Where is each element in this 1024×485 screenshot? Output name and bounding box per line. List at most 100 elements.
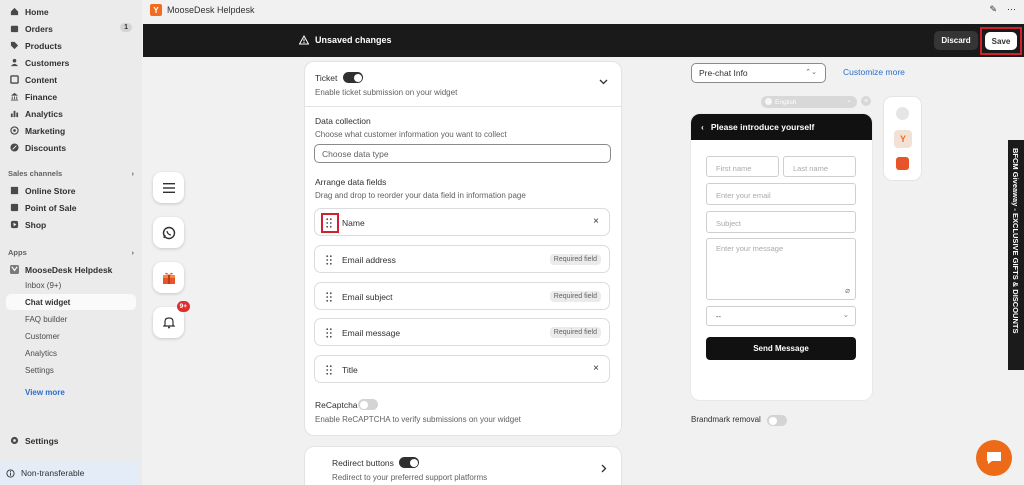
ticket-toggle[interactable] — [343, 72, 363, 83]
sidebar-item-label: MooseDesk Helpdesk — [25, 264, 113, 275]
redirect-toggle[interactable] — [399, 457, 419, 468]
widget-dropdown[interactable]: -- ⌄ — [706, 306, 856, 326]
subitem-label: Chat widget — [25, 297, 71, 307]
required-badge: Required field — [549, 254, 601, 265]
view-more-label: View more — [25, 387, 65, 397]
contextual-save-bar: Unsaved changes Discard Save — [143, 24, 1024, 57]
recaptcha-description: Enable ReCAPTCHA to verify submissions o… — [315, 415, 521, 424]
field-name: Email subject — [342, 292, 393, 302]
recaptcha-toggle[interactable] — [358, 399, 378, 410]
subject-input[interactable]: Subject — [706, 211, 856, 233]
pin-icon[interactable]: ✎ — [989, 4, 997, 15]
data-field-row-email-address[interactable]: Email address Required field — [314, 245, 610, 273]
sidebar-subitem-analytics[interactable]: Analytics — [6, 345, 136, 361]
sidebar-item-analytics[interactable]: Analytics — [6, 105, 136, 122]
remove-field-icon[interactable]: × — [593, 216, 599, 227]
warning-icon — [299, 35, 309, 45]
promo-banner-text: BFCM Giveaway - EXCLUSIVE GIFTS & DISCOU… — [1011, 148, 1020, 334]
promo-side-banner[interactable]: BFCM Giveaway - EXCLUSIVE GIFTS & DISCOU… — [1008, 140, 1024, 370]
admin-sidebar: Home Orders 1 Products Customers Content… — [0, 0, 142, 485]
chevron-right-icon[interactable] — [601, 464, 607, 475]
sidebar-item-content[interactable]: Content — [6, 71, 136, 88]
toggle-knob — [768, 416, 777, 425]
data-field-row-email-message[interactable]: Email message Required field — [314, 318, 610, 346]
gift-icon[interactable] — [896, 157, 909, 170]
arrange-fields-description: Drag and drop to reorder your data field… — [315, 191, 526, 200]
sidebar-subitem-faq-builder[interactable]: FAQ builder — [6, 311, 136, 327]
gift-icon — [162, 272, 175, 284]
field-name: Email address — [342, 255, 396, 265]
support-chat-launcher[interactable] — [976, 440, 1012, 476]
sidebar-item-label: Discounts — [25, 142, 67, 153]
moosedesk-icon[interactable]: Y — [894, 130, 912, 148]
globe-icon — [765, 98, 772, 105]
whatsapp-launcher[interactable] — [153, 217, 184, 248]
redirect-buttons-card[interactable]: Redirect buttons Redirect to your prefer… — [305, 447, 621, 485]
sidebar-item-online-store[interactable]: Online Store — [6, 182, 136, 199]
sidebar-item-point-of-sale[interactable]: Point of Sale — [6, 199, 136, 216]
sidebar-item-moosedesk[interactable]: MooseDesk Helpdesk — [6, 261, 136, 278]
sidebar-item-finance[interactable]: Finance — [6, 88, 136, 105]
store-icon — [10, 186, 19, 195]
arrange-fields-title: Arrange data fields — [315, 177, 387, 187]
apps-section[interactable]: Apps › — [8, 248, 134, 257]
sidebar-item-label: Products — [25, 40, 62, 51]
chevron-down-icon[interactable] — [599, 77, 608, 87]
close-preview-icon[interactable]: × — [861, 96, 871, 106]
attachment-icon[interactable]: ⌀ — [845, 286, 850, 295]
discard-button[interactable]: Discard — [934, 31, 978, 50]
data-field-row-title[interactable]: Title × — [314, 355, 610, 383]
sidebar-item-products[interactable]: Products — [6, 37, 136, 54]
data-field-row-email-subject[interactable]: Email subject Required field — [314, 282, 610, 310]
last-name-input[interactable]: Last name — [783, 156, 856, 177]
sidebar-item-home[interactable]: Home — [6, 3, 136, 20]
sidebar-item-marketing[interactable]: Marketing — [6, 122, 136, 139]
sidebar-subitem-customer[interactable]: Customer — [6, 328, 136, 344]
brandmark-toggle[interactable] — [767, 415, 787, 426]
sidebar-item-orders[interactable]: Orders 1 — [6, 20, 136, 37]
data-field-row-name[interactable]: Name × — [314, 208, 610, 236]
email-input[interactable]: Enter your email — [706, 183, 856, 205]
save-button[interactable]: Save — [985, 32, 1017, 50]
message-textarea[interactable]: Enter your message ⌀ — [706, 238, 856, 300]
sidebar-item-label: Marketing — [25, 125, 66, 136]
back-icon[interactable]: ‹ — [701, 122, 704, 132]
ticket-description: Enable ticket submission on your widget — [315, 88, 458, 97]
toggle-knob — [409, 458, 418, 467]
target-icon — [10, 126, 19, 135]
language-selector[interactable]: English ⌄ — [761, 96, 857, 108]
brandmark-removal-label: Brandmark removal — [691, 415, 761, 424]
gift-launcher[interactable] — [153, 262, 184, 293]
menu-launcher[interactable] — [153, 172, 184, 203]
bell-icon — [162, 317, 175, 329]
sidebar-item-settings[interactable]: Settings — [6, 432, 136, 449]
data-type-placeholder: Choose data type — [322, 148, 389, 159]
sidebar-item-label: Settings — [25, 435, 59, 446]
more-icon[interactable]: ⋯ — [1007, 4, 1016, 15]
section-title: Sales channels — [8, 169, 63, 178]
recaptcha-title: ReCaptcha — [315, 400, 358, 410]
first-name-input[interactable]: First name — [706, 156, 779, 177]
subitem-label: FAQ builder — [25, 314, 68, 324]
chat-icon[interactable] — [896, 107, 909, 120]
sidebar-item-discounts[interactable]: Discounts — [6, 139, 136, 156]
app-title: MooseDesk Helpdesk — [167, 5, 255, 15]
non-transferable-bar[interactable]: Non-transferable — [0, 461, 139, 485]
sidebar-subitem-inbox[interactable]: Inbox (9+) — [6, 277, 136, 293]
data-type-select[interactable]: Choose data type — [314, 144, 611, 163]
preview-view-select[interactable]: Pre-chat Info ⌃⌄ — [691, 63, 826, 83]
toggle-knob — [353, 73, 362, 82]
message-placeholder: Enter your message — [716, 244, 784, 253]
sales-channels-section[interactable]: Sales channels › — [8, 169, 134, 178]
sidebar-subitem-settings[interactable]: Settings — [6, 362, 136, 378]
sidebar-item-customers[interactable]: Customers — [6, 54, 136, 71]
send-message-button[interactable]: Send Message — [706, 337, 856, 360]
discount-icon — [10, 143, 19, 152]
sidebar-subitem-chat-widget[interactable]: Chat widget — [6, 294, 136, 310]
notification-launcher[interactable]: 9+ — [153, 301, 190, 338]
remove-field-icon[interactable]: × — [593, 363, 599, 374]
notification-badge: 9+ — [176, 301, 190, 312]
customize-more-link[interactable]: Customize more — [843, 67, 905, 77]
sidebar-item-shop[interactable]: Shop — [6, 216, 136, 233]
view-more-link[interactable]: View more — [6, 384, 136, 400]
